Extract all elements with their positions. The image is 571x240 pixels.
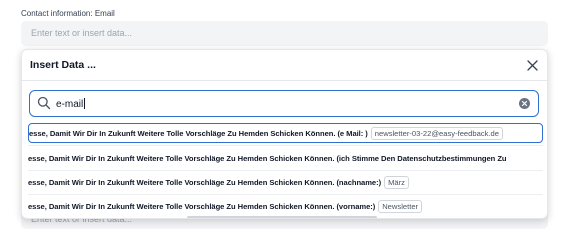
result-item-email[interactable]: esse, Damit Wir Dir In Zukunft Weitere T…	[28, 123, 543, 143]
result-value: newsletter-03-22@easy-feedback.de	[370, 126, 503, 140]
result-label: esse, Damit Wir Dir In Zukunft Weitere T…	[28, 201, 376, 211]
result-item-firstname[interactable]: esse, Damit Wir Dir In Zukunft Weitere T…	[28, 196, 543, 216]
insert-data-panel: Insert Data ... e-mail esse, Damit Wir D…	[21, 49, 548, 219]
text-input-field[interactable]: Enter text or insert data...	[21, 21, 548, 46]
row-divider	[28, 170, 543, 171]
field-label: Contact information: Email	[21, 9, 115, 18]
result-label: esse, Damit Wir Dir In Zukunft Weitere T…	[29, 128, 368, 138]
close-button[interactable]	[523, 56, 541, 74]
row-divider	[28, 145, 543, 146]
horizontal-scrollbar[interactable]	[187, 216, 377, 218]
results-list: esse, Damit Wir Dir In Zukunft Weitere T…	[28, 123, 543, 217]
close-icon	[526, 59, 538, 71]
row-divider	[28, 194, 543, 195]
clear-icon	[521, 100, 528, 107]
search-input[interactable]: e-mail	[29, 90, 539, 117]
panel-title: Insert Data ...	[30, 59, 96, 71]
panel-header: Insert Data ...	[22, 50, 547, 81]
clear-search-button[interactable]	[519, 98, 530, 109]
result-item-lastname[interactable]: esse, Damit Wir Dir In Zukunft Weitere T…	[28, 172, 543, 192]
result-value: März	[384, 175, 409, 189]
result-value: Newsletter	[378, 199, 423, 213]
search-icon	[37, 96, 51, 110]
text-caret	[84, 98, 86, 109]
result-item-privacy-consent[interactable]: esse, Damit Wir Dir In Zukunft Weitere T…	[28, 148, 543, 168]
search-value: e-mail	[56, 98, 86, 110]
result-label: esse, Damit Wir Dir In Zukunft Weitere T…	[28, 153, 507, 163]
result-label: esse, Damit Wir Dir In Zukunft Weitere T…	[28, 177, 382, 187]
